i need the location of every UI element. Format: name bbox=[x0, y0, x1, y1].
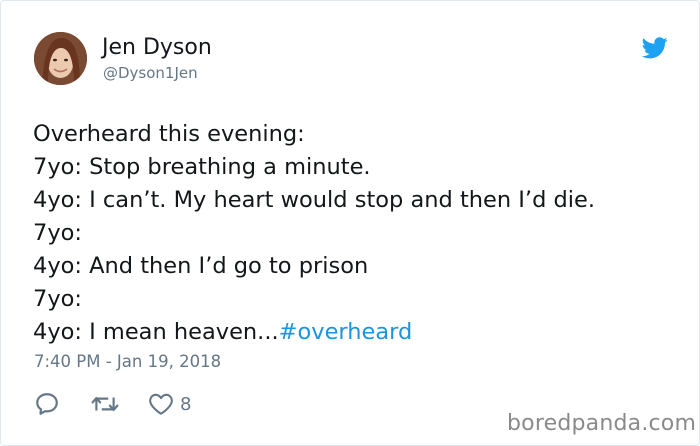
retweet-button[interactable] bbox=[91, 390, 119, 418]
like-button[interactable]: 8 bbox=[148, 390, 191, 418]
like-count: 8 bbox=[180, 393, 192, 415]
avatar-photo bbox=[34, 32, 87, 85]
tweet-timestamp[interactable]: 7:40 PM - Jan 19, 2018 bbox=[34, 352, 221, 371]
hashtag-link[interactable]: #overheard bbox=[279, 319, 413, 345]
author-handle[interactable]: @Dyson1Jen bbox=[103, 64, 198, 82]
heart-icon bbox=[149, 393, 173, 415]
author-name[interactable]: Jen Dyson bbox=[102, 35, 212, 60]
avatar[interactable] bbox=[34, 32, 87, 85]
tweet-line-text: 4yo: I mean heaven... bbox=[33, 319, 279, 345]
reply-icon bbox=[36, 393, 58, 415]
twitter-bird-icon[interactable] bbox=[642, 37, 668, 59]
tweet-line: 4yo: I can’t. My heart would stop and th… bbox=[33, 187, 596, 213]
retweet-icon bbox=[91, 397, 119, 412]
tweet-line: 7yo: bbox=[33, 286, 82, 312]
tweet-line: Overheard this evening: bbox=[33, 121, 305, 147]
watermark: boredpanda.com bbox=[507, 411, 697, 436]
tweet-text: Overheard this evening: 7yo: Stop breath… bbox=[33, 118, 673, 349]
tweet-last-line: 4yo: I mean heaven...#overheard bbox=[33, 316, 673, 349]
tweet-line: 4yo: And then I’d go to prison bbox=[33, 253, 369, 279]
tweet-line: 7yo: bbox=[33, 220, 82, 246]
tweet-card: Jen Dyson @Dyson1Jen Overheard this even… bbox=[0, 0, 700, 446]
reply-button[interactable] bbox=[34, 390, 60, 418]
tweet-line: 7yo: Stop breathing a minute. bbox=[33, 154, 371, 180]
